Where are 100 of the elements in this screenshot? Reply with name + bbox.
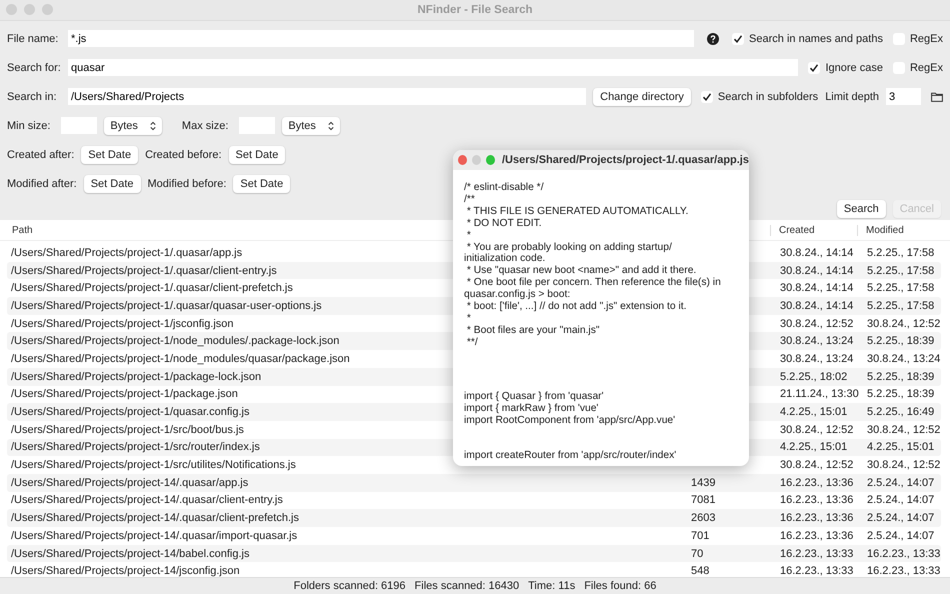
field-label: Search for: (7, 62, 61, 74)
path-cell: /Users/Shared/Projects/project-1/package.json (11, 388, 238, 400)
created-cell-text: 16.2.23., 13:36 (779, 530, 854, 542)
modified-cell-text: 2.5.24., 14:07 (866, 494, 936, 506)
modified-cell-text: 16.2.23., 13:33 (866, 548, 941, 560)
path-cell: /Users/Shared/Projects/project-1/jsconfig.json (11, 318, 234, 330)
created-cell-text: 30.8.24., 12:52 (779, 459, 854, 472)
code-line: * boot: ['file', ...] // do not add ".js" extension to it. (466, 301, 688, 313)
created-cell-text: 16.2.23., 13:36 (779, 494, 854, 506)
path-cell: /Users/Shared/Projects/project-1/.quasar/quasar-user-options.js (11, 300, 322, 312)
help-icon[interactable] (707, 32, 720, 44)
created-cell-text: 16.2.23., 13:36 (779, 512, 854, 524)
modified-cell-text: 5.2.25., 18:39 (866, 370, 936, 383)
modified-cell-text: 5.2.25., 17:58 (866, 264, 936, 277)
path-cell: /Users/Shared/Projects/project-14/.quasar/import-quasar.js (11, 530, 298, 542)
minimize-button[interactable] (472, 155, 481, 165)
modified-cell-text: 30.8.24., 13:24 (866, 352, 941, 365)
regex-checkbox[interactable]: RegEx (892, 32, 943, 44)
modified-cell-text: 30.8.24., 12:52 (866, 424, 941, 436)
modified-cell-text: 5.2.25., 17:58 (866, 282, 936, 294)
created-cell-text: 16.2.23., 13:33 (779, 565, 854, 577)
created-cell-text: 30.8.24., 14:14 (779, 282, 854, 294)
code-line: import createRouter from 'app/src/router/index' (464, 450, 678, 462)
path-cell: /Users/Shared/Projects/project-1/package-lock.json (11, 370, 262, 383)
search-in-field[interactable]: /Users/Shared/Projects (68, 88, 586, 105)
search-names-checkbox[interactable]: Search in names and paths (732, 32, 883, 44)
unit-select[interactable]: Bytes (104, 116, 162, 134)
size-cell: 548 (691, 565, 710, 577)
path-cell: /Users/Shared/Projects/project-1/node_modules/.package-lock.json (11, 335, 340, 348)
zoom-button[interactable] (486, 155, 495, 165)
search-for-field[interactable]: quasar (68, 59, 798, 76)
modified-cell-text: 5.2.25., 18:39 (866, 388, 936, 400)
preview-title: /Users/Shared/Projects/project-1/.quasar/app.js (502, 154, 749, 166)
subfolders-checkbox[interactable]: Search in subfolders (700, 90, 818, 102)
unit-select[interactable]: Bytes (282, 116, 340, 134)
size-cell: 1439 (691, 476, 716, 489)
code-line: /** (464, 194, 476, 206)
code-line: * DO NOT EDIT. (466, 218, 543, 230)
created-cell-text: 30.8.24., 14:14 (779, 264, 854, 277)
size-cell: 70 (691, 548, 704, 560)
code-line: /* eslint-disable */ (464, 182, 545, 194)
folder-icon[interactable] (931, 92, 943, 102)
modified-cell-text: 4.2.25., 15:01 (866, 441, 936, 454)
created-cell-text: 30.8.24., 13:24 (779, 352, 854, 365)
check-icon (809, 62, 820, 72)
size-cell: 7081 (691, 494, 716, 506)
modified-cell-text: 2.5.24., 14:07 (866, 512, 936, 524)
modified-cell-text: 5.2.25., 17:58 (866, 246, 936, 259)
code-line: * You are probably looking on adding startup/ initialization code. (464, 242, 673, 266)
field-label: Max size: (182, 120, 228, 132)
path-cell: /Users/Shared/Projects/project-1/.quasar/app.js (11, 246, 242, 259)
code-line: import { markRaw } from 'vue' (464, 402, 600, 414)
status-text: Time: 11s (528, 580, 576, 592)
created-cell-text: 16.2.23., 13:36 (779, 476, 854, 489)
status-text: Files found: 66 (584, 580, 656, 592)
close-button[interactable] (458, 155, 467, 165)
minimize-button[interactable] (24, 4, 35, 15)
modified-cell-text: 2.5.24., 14:07 (866, 476, 936, 489)
modified-cell-text: 30.8.24., 12:52 (866, 318, 941, 330)
modified-cell-text: 5.2.25., 16:49 (866, 406, 936, 418)
check-icon (733, 34, 744, 44)
code-line: **/ (466, 336, 479, 349)
created-cell-text: 21.11.24., 13:30 (779, 388, 860, 400)
change-directory-button[interactable]: Change directory (593, 88, 691, 106)
path-cell: /Users/Shared/Projects/project-14/.quasar/client-prefetch.js (11, 512, 299, 524)
path-cell: /Users/Shared/Projects/project-1/.quasar/client-entry.js (11, 264, 277, 277)
created-cell-text: 4.2.25., 15:01 (779, 406, 848, 418)
code-line: * Use "quasar new boot <name>" and add it there. (466, 265, 698, 278)
created-cell-text: 30.8.24., 12:52 (779, 318, 854, 330)
created-cell-text: 4.2.25., 15:01 (779, 441, 848, 454)
zoom-button[interactable] (42, 4, 53, 15)
set-date-button[interactable]: Set Date (228, 146, 286, 164)
code-line: * Boot files are your "main.js" (466, 324, 601, 337)
field-label: Created before: (145, 148, 222, 160)
limit-depth-label: Limit depth (825, 90, 879, 102)
code-line: import { Quasar } from 'quasar' (464, 390, 605, 403)
size-cell: 2603 (691, 512, 716, 524)
set-date-button[interactable]: Set Date (81, 146, 138, 164)
path-cell: /Users/Shared/Projects/project-1/quasar.config.js (11, 406, 250, 418)
close-button[interactable] (6, 4, 17, 15)
ignore-case-checkbox[interactable]: Ignore case (808, 62, 883, 74)
column-header[interactable]: Path (12, 224, 33, 236)
set-date-button[interactable]: Set Date (233, 174, 290, 192)
code-line: * (466, 312, 472, 325)
file-name-field[interactable]: *.js (68, 30, 694, 47)
size-cell: 701 (691, 530, 710, 542)
column-header[interactable]: Created (770, 224, 857, 236)
limit-depth-field[interactable]: 3 (886, 88, 921, 105)
action-button[interactable]: Search (836, 200, 886, 218)
modified-cell-text: 5.2.25., 17:58 (866, 300, 936, 312)
modified-cell-text: 30.8.24., 12:52 (866, 459, 941, 472)
modified-cell-text: 2.5.24., 14:07 (866, 530, 936, 542)
status-text: Files scanned: 16430 (414, 580, 520, 592)
code-line: import RootComponent from 'app/src/App.vue' (464, 414, 676, 426)
status-text: Folders scanned: 6196 (294, 580, 406, 592)
column-header[interactable]: Modified (857, 224, 950, 236)
regex-checkbox[interactable]: RegEx (892, 62, 943, 74)
set-date-button[interactable]: Set Date (84, 174, 141, 192)
path-cell: /Users/Shared/Projects/project-14/jsconfig.json (11, 565, 240, 577)
code-line: * THIS FILE IS GENERATED AUTOMATICALLY. (466, 206, 690, 218)
